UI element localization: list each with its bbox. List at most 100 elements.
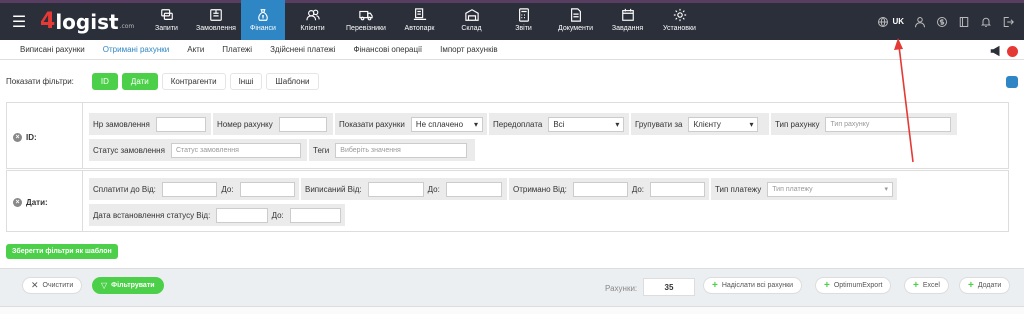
subnav-import-invoices[interactable]: Імпорт рахунків <box>440 45 498 54</box>
chevron-down-icon: ▾ <box>884 186 888 193</box>
send-all-invoices-button[interactable]: + Надіслати всі рахунки <box>703 277 803 294</box>
issued-group: Виписаний Від: До: <box>301 178 507 200</box>
table-header-strip <box>0 306 1024 314</box>
invoices-count-label: Рахунки: <box>605 284 638 293</box>
filter-chip-other[interactable]: Інші <box>229 73 263 90</box>
excel-button[interactable]: + Excel <box>904 277 949 294</box>
users-icon <box>305 9 320 21</box>
group-by-group: Групувати за Клієнту ▾ <box>631 113 769 135</box>
nav-fleet[interactable]: Автопарк <box>395 0 444 40</box>
calculator-icon <box>518 8 529 22</box>
subnav-financial-operations[interactable]: Фінансові операції <box>353 45 422 54</box>
id-panel-title[interactable]: × ID: <box>13 133 37 142</box>
subnav-received-invoices[interactable]: Отримані рахунки <box>103 45 169 54</box>
nav-tasks[interactable]: Завдання <box>603 0 652 40</box>
nav-carriers[interactable]: Перевізники <box>340 0 392 40</box>
optimum-export-button[interactable]: + OptimumExport <box>815 277 892 294</box>
user-icon[interactable] <box>914 16 926 28</box>
chatbot-icon[interactable] <box>1006 76 1018 88</box>
issued-from-input[interactable] <box>367 181 424 197</box>
filter-button[interactable]: ▽ Фільтрувати <box>92 277 164 294</box>
order-status-group: Статус замовлення Статус замовлення <box>89 139 307 161</box>
clear-button[interactable]: ✕ Очистити <box>22 277 83 294</box>
logo[interactable]: 4 logist .com <box>40 9 140 34</box>
received-group: Отримано Від: До: <box>509 178 709 200</box>
show-filters-label: Показати фільтри: <box>6 77 74 86</box>
prepayment-group: Передоплата Всі ▾ <box>489 113 629 135</box>
plus-icon: + <box>824 280 830 291</box>
filter-chip-id[interactable]: ID <box>91 73 118 90</box>
menu-icon[interactable]: ☰ <box>4 2 34 42</box>
language-switcher[interactable]: UK <box>877 16 904 28</box>
fleet-icon <box>413 8 426 20</box>
nav-warehouse[interactable]: Склад <box>447 0 496 40</box>
nav-finances[interactable]: Фінанси <box>241 0 285 40</box>
add-button[interactable]: + Додати <box>959 277 1011 294</box>
status-date-group: Дата встановлення статусу Від: До: <box>89 204 345 226</box>
order-number-input[interactable] <box>155 116 206 132</box>
calendar-icon <box>621 8 634 21</box>
nav-reports[interactable]: Звіти <box>499 0 548 40</box>
paid-until-to-input[interactable] <box>239 181 295 197</box>
tags-input[interactable]: Виберіть значення <box>335 142 468 158</box>
paid-until-from-input[interactable] <box>161 181 218 197</box>
payment-type-select[interactable]: Тип платежу ▾ <box>767 181 893 197</box>
notification-badge[interactable] <box>1007 45 1018 57</box>
filter-chip-dates[interactable]: Дати <box>121 73 158 90</box>
megaphone-icon[interactable] <box>989 44 1003 58</box>
invoice-type-input[interactable]: Тип рахунку <box>825 116 952 132</box>
prepayment-select[interactable]: Всі ▾ <box>548 116 625 132</box>
group-by-select[interactable]: Клієнту ▾ <box>688 116 759 132</box>
bell-icon[interactable] <box>980 16 992 28</box>
save-filters-template-button[interactable]: Зберегти фільтри як шаблон <box>6 244 118 259</box>
close-icon[interactable]: × <box>13 198 22 207</box>
gear-icon <box>673 8 686 22</box>
status-date-to-input[interactable] <box>289 207 341 223</box>
filter-chip-templates[interactable]: Шаблони <box>266 73 319 90</box>
top-right-icons: UK <box>877 3 1014 40</box>
payment-type-group: Тип платежу Тип платежу ▾ <box>711 178 897 200</box>
status-date-from-input[interactable] <box>216 207 268 223</box>
show-invoices-select[interactable]: Не сплачено ▾ <box>410 116 483 132</box>
document-icon <box>570 8 581 22</box>
dollar-icon[interactable] <box>936 16 948 28</box>
nav-requests[interactable]: Запити <box>142 0 191 40</box>
tags-group: Теги Виберіть значення <box>309 139 475 161</box>
truck-icon <box>359 10 373 21</box>
issued-to-input[interactable] <box>445 181 502 197</box>
order-status-input[interactable]: Статус замовлення <box>170 142 301 158</box>
paid-until-group: Сплатити до Від: До: <box>89 178 299 200</box>
filter-chip-counterparties[interactable]: Контрагенти <box>161 73 226 90</box>
notebook-icon[interactable] <box>958 16 970 28</box>
nav-clients[interactable]: Клієнти <box>288 0 337 40</box>
received-to-input[interactable] <box>650 181 705 197</box>
side-icons <box>989 44 1018 58</box>
filters-toggle-row: Показати фільтри: ID Дати Контрагенти Ін… <box>6 73 323 90</box>
subnav-made-payments[interactable]: Здійснені платежі <box>270 45 335 54</box>
nav-documents[interactable]: Документи <box>551 0 600 40</box>
invoice-type-group: Тип рахунку Тип рахунку <box>771 113 957 135</box>
money-bag-icon <box>258 9 268 21</box>
requests-icon <box>160 9 173 20</box>
subnav-acts[interactable]: Акти <box>187 45 204 54</box>
chevron-down-icon: ▾ <box>473 119 478 129</box>
nav-orders[interactable]: Замовлення <box>194 0 238 40</box>
plus-icon: + <box>712 280 718 291</box>
subnav-issued-invoices[interactable]: Виписані рахунки <box>20 45 85 54</box>
nav-settings[interactable]: Установки <box>655 0 704 40</box>
subnav-payments[interactable]: Платежі <box>222 45 252 54</box>
dates-filter-panel: × Дати: Сплатити до Від: До: Виписаний Ві… <box>6 170 1009 232</box>
invoices-count-value: 35 <box>643 278 695 296</box>
dates-panel-title[interactable]: × Дати: <box>13 198 48 207</box>
warehouse-icon <box>464 9 479 21</box>
received-from-input[interactable] <box>572 181 628 197</box>
invoice-number-group: Номер рахунку <box>213 113 333 135</box>
invoice-number-input[interactable] <box>278 116 327 132</box>
chevron-down-icon: ▾ <box>749 119 754 129</box>
id-filter-panel: × ID: Нр замовлення Номер рахунку Показат… <box>6 102 1009 169</box>
globe-icon <box>878 16 889 27</box>
logout-icon[interactable] <box>1002 16 1014 28</box>
close-icon[interactable]: × <box>13 133 22 142</box>
filter-icon: ▽ <box>101 281 108 290</box>
plus-icon: + <box>913 280 919 291</box>
